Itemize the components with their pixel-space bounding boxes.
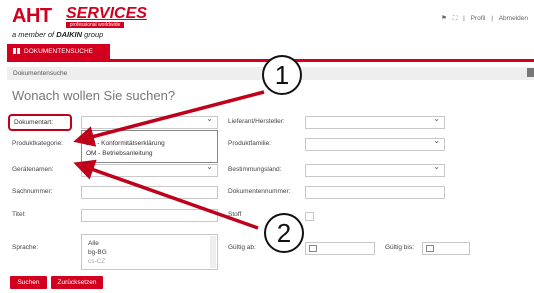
- callout-1: 1: [262, 55, 302, 95]
- arrow-2: [73, 159, 259, 230]
- annotation-arrows: [73, 90, 265, 230]
- callout-2: 2: [264, 213, 304, 253]
- arrow-1: [73, 90, 265, 147]
